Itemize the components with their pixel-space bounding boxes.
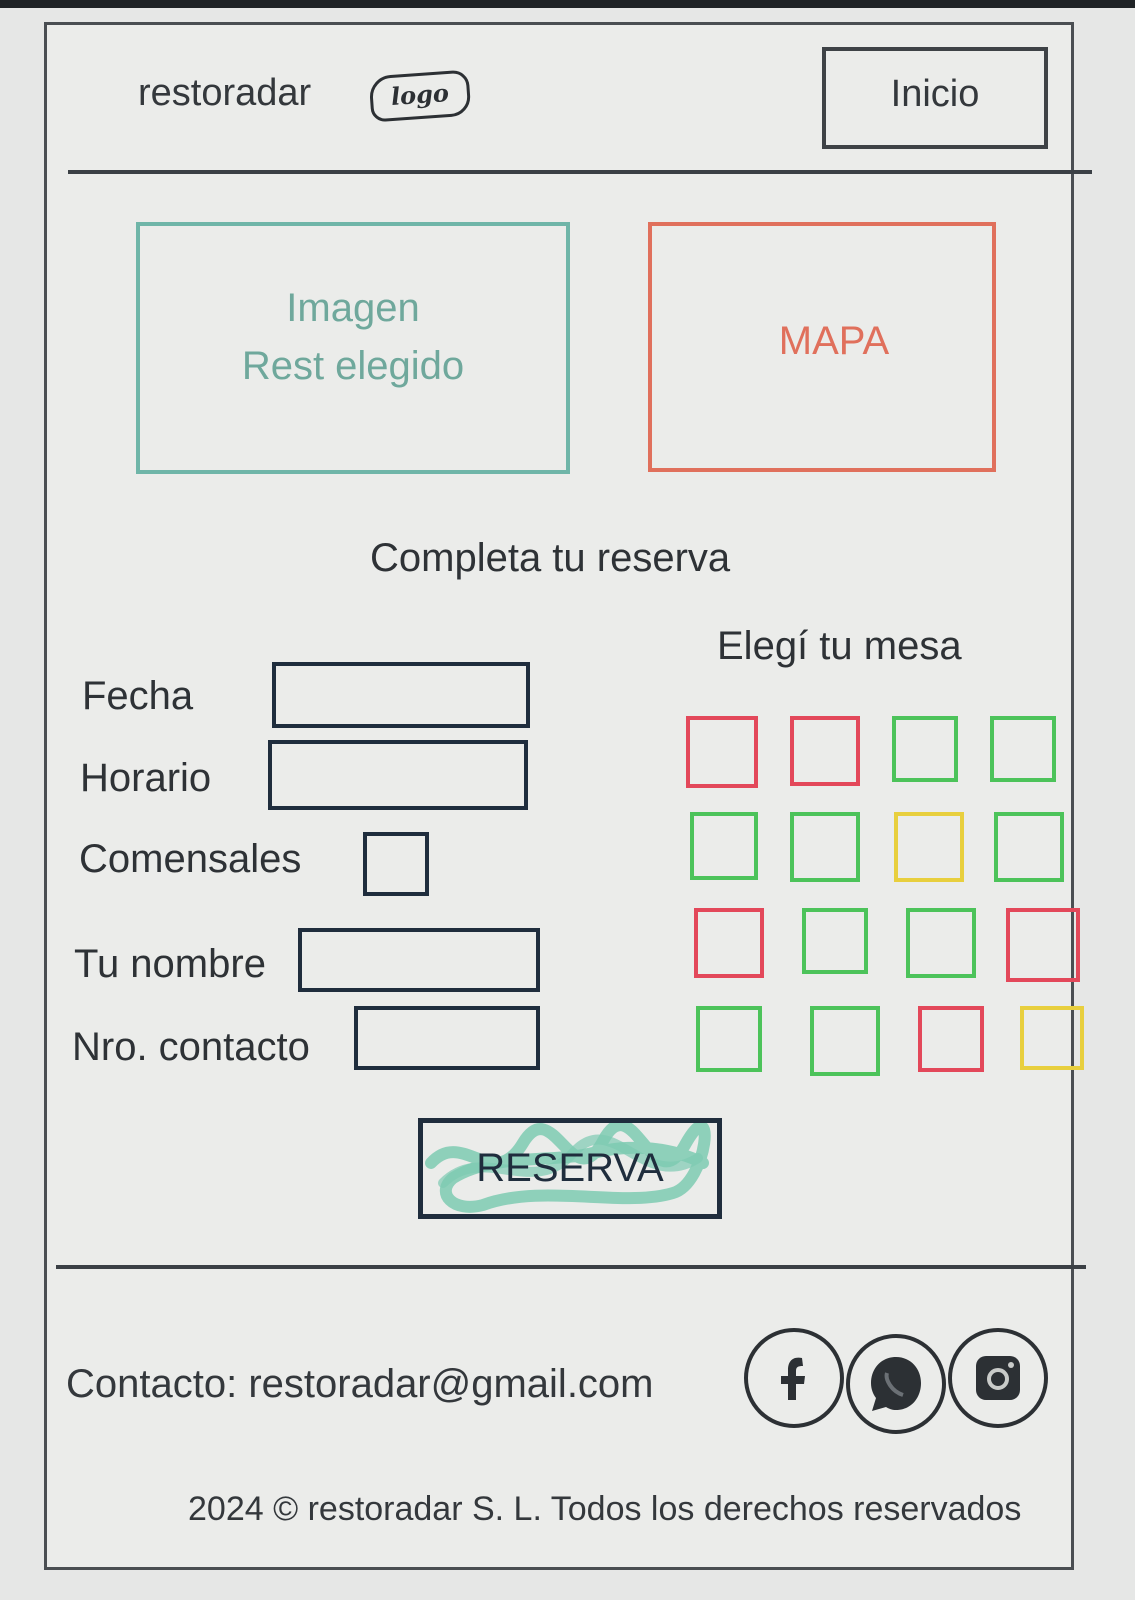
map-label: MAPA	[778, 318, 890, 363]
table-2-2-green[interactable]	[790, 812, 860, 882]
instagram-icon[interactable]	[948, 1328, 1048, 1428]
table-4-3-red[interactable]	[918, 1006, 984, 1072]
comensales-label: Comensales	[79, 837, 302, 881]
reserva-button[interactable]: RESERVA	[418, 1118, 722, 1219]
table-4-4-yellow[interactable]	[1020, 1006, 1084, 1070]
table-1-1-red[interactable]	[686, 716, 758, 788]
horario-label: Horario	[80, 756, 212, 800]
nombre-label: Tu nombre	[74, 942, 266, 986]
footer-divider	[56, 1265, 1086, 1269]
facebook-icon[interactable]	[744, 1328, 844, 1428]
table-4-2-green[interactable]	[810, 1006, 880, 1076]
copyright: 2024 © restoradar S. L. Todos los derech…	[188, 1490, 1022, 1528]
image-placeholder-line1: Imagen	[286, 286, 420, 330]
contacto-input[interactable]	[354, 1006, 540, 1070]
contacto-label: Nro. contacto	[72, 1025, 310, 1069]
table-3-2-green[interactable]	[802, 908, 868, 974]
whatsapp-icon[interactable]	[846, 1334, 946, 1434]
image-placeholder-line2: Rest elegido	[241, 344, 465, 388]
table-1-3-green[interactable]	[892, 716, 958, 782]
inicio-button[interactable]: Inicio	[822, 47, 1048, 149]
table-3-1-red[interactable]	[694, 908, 764, 978]
fecha-label: Fecha	[82, 674, 194, 718]
table-2-4-green[interactable]	[994, 812, 1064, 882]
table-4-1-green[interactable]	[696, 1006, 762, 1072]
restaurant-image-placeholder: Imagen Rest elegido	[136, 222, 570, 474]
table-3-3-green[interactable]	[906, 908, 976, 978]
comensales-input[interactable]	[363, 832, 429, 896]
table-1-2-red[interactable]	[790, 716, 860, 786]
contact-email: Contacto: restoradar@gmail.com	[66, 1362, 654, 1406]
map-placeholder[interactable]: MAPA	[648, 222, 996, 472]
table-2-3-yellow[interactable]	[894, 812, 964, 882]
table-selection-title: Elegí tu mesa	[717, 624, 962, 668]
table-1-4-green[interactable]	[990, 716, 1056, 782]
table-2-1-green[interactable]	[690, 812, 758, 880]
brand-name: restoradar	[138, 72, 312, 114]
table-3-4-red[interactable]	[1006, 908, 1080, 982]
reservation-title: Completa tu reserva	[370, 536, 731, 580]
header-divider	[68, 170, 1092, 174]
nombre-input[interactable]	[298, 928, 540, 992]
reserva-label: RESERVA	[476, 1146, 664, 1190]
logo: logo	[368, 69, 472, 123]
screen-top-edge	[0, 0, 1135, 8]
horario-input[interactable]	[268, 740, 528, 810]
fecha-input[interactable]	[272, 662, 530, 728]
